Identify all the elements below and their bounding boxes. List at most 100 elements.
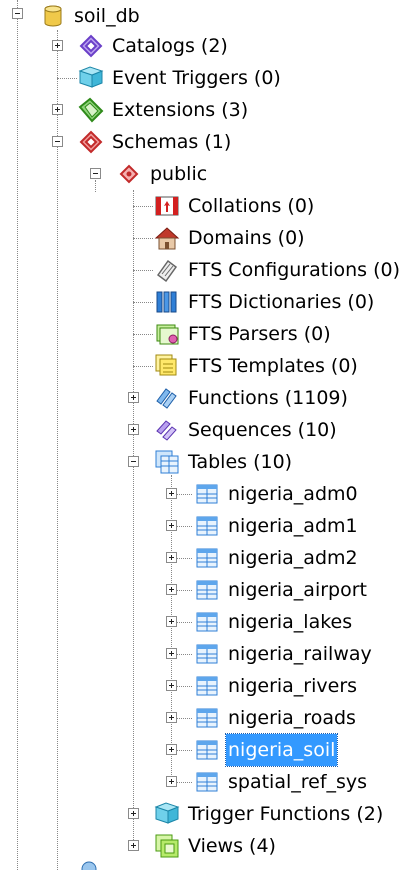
tree-line: [176, 590, 192, 591]
expand-toggle[interactable]: [128, 424, 139, 435]
tree-line: [176, 494, 192, 495]
collapse-toggle[interactable]: [128, 456, 139, 467]
collapse-toggle[interactable]: [12, 8, 23, 19]
tree-line: [176, 718, 192, 719]
tree-line: [57, 30, 58, 870]
expand-toggle[interactable]: [166, 488, 177, 499]
tree-node-label: Functions (1109): [188, 387, 348, 409]
tree-node-label: FTS Parsers (0): [188, 323, 331, 345]
tree-node-tables[interactable]: Tables (10): [154, 446, 294, 478]
collapse-toggle[interactable]: [90, 168, 101, 179]
tree-node-catalogs[interactable]: Catalogs (2): [78, 30, 230, 62]
table-item-label: nigeria_lakes: [228, 611, 353, 633]
tree-line: [176, 526, 192, 527]
table-icon: [194, 577, 220, 603]
table-item-label: nigeria_adm2: [228, 547, 358, 569]
table-item-label: nigeria_adm1: [228, 515, 358, 537]
expand-toggle[interactable]: [166, 520, 177, 531]
tree-node-domains[interactable]: Domains (0): [154, 222, 307, 254]
tree-line: [133, 366, 153, 367]
table-item[interactable]: nigeria_roads: [194, 702, 358, 734]
event-triggers-icon: [78, 65, 104, 91]
expand-toggle[interactable]: [128, 392, 139, 403]
expand-toggle[interactable]: [52, 40, 63, 51]
tree-node-label: public: [150, 163, 208, 185]
tree-node-label: Catalogs (2): [112, 35, 228, 57]
tree-line: [176, 782, 192, 783]
table-icon: [194, 705, 220, 731]
tree-line: [17, 0, 18, 870]
tree-node-sequences[interactable]: Sequences (10): [154, 414, 339, 446]
tree-line: [133, 302, 153, 303]
expand-toggle[interactable]: [166, 776, 177, 787]
tree-line: [133, 238, 153, 239]
table-item-selected[interactable]: nigeria_soil: [194, 733, 339, 767]
expand-toggle[interactable]: [166, 648, 177, 659]
tree-node-database[interactable]: soil_db: [40, 0, 142, 32]
trigger-functions-icon: [154, 801, 180, 827]
table-item[interactable]: nigeria_railway: [194, 638, 374, 670]
tree-node-label: Collations (0): [188, 195, 315, 217]
tree-node-extensions[interactable]: Extensions (3): [78, 94, 250, 126]
tree-node-event-triggers[interactable]: Event Triggers (0): [78, 62, 283, 94]
object-browser-tree: soil_db Catalogs (2) Event Triggers (0) …: [0, 0, 416, 870]
table-item[interactable]: nigeria_rivers: [194, 670, 359, 702]
tree-line: [176, 686, 192, 687]
tree-node-fts-parsers[interactable]: FTS Parsers (0): [154, 318, 333, 350]
expand-toggle[interactable]: [52, 104, 63, 115]
tree-node-public[interactable]: public: [116, 158, 209, 190]
tree-node-label: Views (4): [188, 835, 276, 857]
tree-line: [133, 270, 153, 271]
expand-toggle[interactable]: [166, 616, 177, 627]
tree-line: [95, 180, 96, 192]
tree-node-schemas[interactable]: Schemas (1): [78, 126, 233, 158]
tree-line: [176, 750, 192, 751]
expand-toggle[interactable]: [128, 808, 139, 819]
tree-line: [176, 654, 192, 655]
collapse-toggle[interactable]: [52, 136, 63, 147]
tables-icon: [154, 449, 180, 475]
table-icon: [194, 609, 220, 635]
table-icon: [194, 481, 220, 507]
tree-line: [133, 334, 153, 335]
tree-node-label: Event Triggers (0): [112, 67, 281, 89]
tree-line: [176, 558, 192, 559]
expand-toggle[interactable]: [166, 680, 177, 691]
tree-node-fts-configurations[interactable]: FTS Configurations (0): [154, 254, 402, 286]
fts-parsers-icon: [154, 321, 180, 347]
tree-node-label: soil_db: [74, 5, 140, 27]
tree-line: [133, 190, 134, 850]
expand-toggle[interactable]: [166, 552, 177, 563]
table-icon: [194, 513, 220, 539]
expand-toggle[interactable]: [128, 840, 139, 851]
table-item-label: nigeria_railway: [228, 643, 372, 665]
tree-node-label: Trigger Functions (2): [188, 803, 384, 825]
table-icon: [194, 641, 220, 667]
views-icon: [154, 833, 180, 859]
tree-node-functions[interactable]: Functions (1109): [154, 382, 350, 414]
tree-node-fts-dictionaries[interactable]: FTS Dictionaries (0): [154, 286, 376, 318]
table-icon: [194, 737, 220, 763]
tree-node-collations[interactable]: Collations (0): [154, 190, 316, 222]
table-item[interactable]: nigeria_adm1: [194, 510, 360, 542]
schemas-icon: [78, 129, 104, 155]
table-icon: [194, 769, 220, 795]
tree-node-trigger-functions[interactable]: Trigger Functions (2): [154, 798, 385, 830]
sequences-icon: [154, 417, 180, 443]
expand-toggle[interactable]: [166, 744, 177, 755]
table-icon: [194, 545, 220, 571]
table-item[interactable]: nigeria_adm0: [194, 478, 360, 510]
tree-node-views[interactable]: Views (4): [154, 830, 278, 862]
table-item-label: nigeria_rivers: [228, 675, 358, 697]
expand-toggle[interactable]: [166, 584, 177, 595]
table-item-label: spatial_ref_sys: [228, 771, 368, 793]
tree-node-label: Extensions (3): [112, 99, 249, 121]
table-item[interactable]: nigeria_adm2: [194, 542, 360, 574]
table-item[interactable]: nigeria_airport: [194, 574, 369, 606]
table-item[interactable]: spatial_ref_sys: [194, 766, 369, 798]
tree-node-fts-templates[interactable]: FTS Templates (0): [154, 350, 360, 382]
collations-icon: [154, 193, 180, 219]
table-icon: [194, 673, 220, 699]
expand-toggle[interactable]: [166, 712, 177, 723]
table-item[interactable]: nigeria_lakes: [194, 606, 354, 638]
